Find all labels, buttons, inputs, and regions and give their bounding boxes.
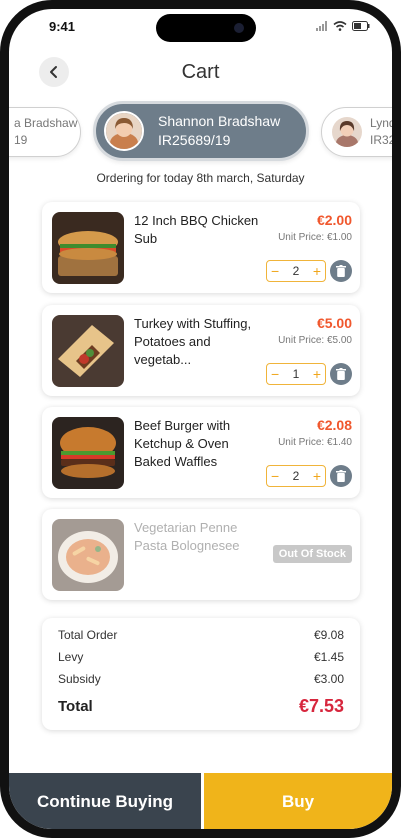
bottom-action-bar: Continue Buying Buy	[9, 773, 392, 829]
burger-image	[52, 417, 124, 489]
page-title: Cart	[181, 61, 220, 83]
status-time: 9:41	[49, 19, 76, 34]
cart-item-out-of-stock: Vegetarian Penne Pasta Bolognesee Out Of…	[42, 509, 360, 600]
person-id: IR32	[370, 133, 396, 147]
buy-button[interactable]: Buy	[204, 773, 392, 829]
quantity-stepper: − 1 +	[266, 363, 326, 385]
item-name: 12 Inch BBQ Chicken Sub	[134, 213, 259, 246]
delete-button[interactable]	[330, 465, 352, 487]
pasta-image	[52, 519, 124, 591]
cart-item: Turkey with Stuffing, Potatoes and veget…	[42, 305, 360, 396]
item-name: Beef Burger with Ketchup & Oven Baked Wa…	[134, 418, 231, 469]
item-price: €2.00	[316, 212, 352, 228]
ordering-date: Ordering for today 8th march, Saturday	[96, 171, 305, 185]
avatar	[332, 117, 362, 147]
person-name: Lynd	[370, 116, 396, 130]
quantity-value: 2	[292, 469, 300, 483]
trash-icon	[336, 265, 346, 277]
delete-button[interactable]	[330, 260, 352, 282]
minus-button[interactable]: −	[271, 367, 279, 381]
item-unit-price: Unit Price: €1.00	[278, 232, 352, 243]
item-unit-price: Unit Price: €1.40	[278, 437, 352, 448]
person-chip-right[interactable]: Lynd IR32	[321, 107, 396, 157]
quantity-stepper: − 2 +	[266, 260, 326, 282]
sub-sandwich-image	[52, 212, 124, 284]
header: Cart	[9, 57, 392, 101]
item-price: €2.08	[316, 417, 352, 433]
cart-item: Beef Burger with Ketchup & Oven Baked Wa…	[42, 407, 360, 498]
quantity-value: 1	[292, 367, 300, 381]
item-name: Vegetarian Penne Pasta Bolognesee	[134, 520, 240, 553]
subsidy-label: Subsidy	[58, 672, 101, 686]
person-name: Shannon Bradshaw	[158, 113, 281, 129]
wrap-image	[52, 315, 124, 387]
out-of-stock-badge: Out Of Stock	[272, 545, 352, 563]
minus-button[interactable]: −	[271, 264, 279, 278]
trash-icon	[336, 470, 346, 482]
person-selector: a Bradshaw 19 Shannon Bradshaw IR25689/1…	[9, 101, 392, 165]
total-value: €7.53	[298, 696, 344, 716]
status-icons	[316, 21, 370, 31]
camera-icon	[234, 23, 244, 33]
total-order-value: €9.08	[313, 628, 344, 642]
plus-button[interactable]: +	[313, 469, 321, 483]
plus-button[interactable]: +	[313, 264, 321, 278]
delete-button[interactable]	[330, 363, 352, 385]
status-bar: 9:41	[9, 9, 392, 49]
phone-frame: 9:41 Cart a Bradshaw 19 Shannon Bradshaw	[0, 0, 401, 838]
wifi-icon	[333, 21, 347, 31]
summary-row-subsidy: Subsidy €3.00	[58, 672, 344, 686]
summary-row-total: Total €7.53	[58, 696, 344, 717]
item-price: €5.00	[316, 315, 352, 331]
person-id: IR25689/19	[158, 132, 231, 148]
minus-button[interactable]: −	[271, 469, 279, 483]
person-chip-left[interactable]: a Bradshaw 19	[9, 107, 81, 157]
continue-buying-button[interactable]: Continue Buying	[9, 773, 201, 829]
quantity-stepper: − 2 +	[266, 465, 326, 487]
person-name: a Bradshaw	[14, 116, 78, 130]
subsidy-value: €3.00	[313, 672, 344, 686]
person-chip-selected[interactable]: Shannon Bradshaw IR25689/19	[93, 101, 309, 161]
battery-icon	[352, 21, 370, 31]
summary-row-total-order: Total Order €9.08	[58, 628, 344, 642]
signal-icon	[316, 21, 327, 31]
order-summary: Total Order €9.08 Levy €1.45 Subsidy €3.…	[42, 618, 360, 730]
levy-label: Levy	[58, 650, 84, 664]
total-order-label: Total Order	[58, 628, 118, 642]
plus-button[interactable]: +	[313, 367, 321, 381]
quantity-value: 2	[292, 264, 300, 278]
total-label: Total	[58, 698, 93, 715]
dynamic-island	[156, 14, 256, 42]
item-unit-price: Unit Price: €5.00	[278, 335, 352, 346]
cart-item: 12 Inch BBQ Chicken Sub €2.00 Unit Price…	[42, 202, 360, 293]
person-id: 19	[14, 133, 28, 147]
summary-row-levy: Levy €1.45	[58, 650, 344, 664]
trash-icon	[336, 368, 346, 380]
avatar	[104, 111, 144, 151]
item-name: Turkey with Stuffing, Potatoes and veget…	[134, 316, 252, 367]
levy-value: €1.45	[313, 650, 344, 664]
